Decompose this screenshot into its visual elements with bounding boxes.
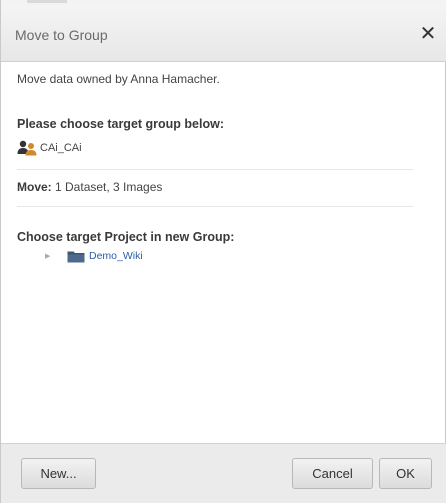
choose-project-heading: Choose target Project in new Group: <box>17 230 235 244</box>
target-group-option[interactable]: CAi_CAi <box>17 139 82 157</box>
close-icon[interactable]: ✕ <box>417 23 439 45</box>
project-link[interactable]: Demo_Wiki <box>89 250 143 262</box>
background-tab-hint <box>27 0 67 3</box>
dialog-title: Move to Group <box>15 27 108 43</box>
move-summary: Move: 1 Dataset, 3 Images <box>17 180 162 194</box>
divider <box>17 206 413 207</box>
group-users-icon <box>17 140 37 156</box>
tree-node-project[interactable]: ▶ Demo_Wiki <box>45 248 143 264</box>
choose-group-heading: Please choose target group below: <box>17 117 224 131</box>
move-to-group-dialog: Move to Group ✕ Move data owned by Anna … <box>0 0 446 503</box>
owner-text: Move data owned by Anna Hamacher. <box>17 72 220 86</box>
tree-expander-icon[interactable]: ▶ <box>45 252 55 260</box>
dialog-footer: New... Cancel OK <box>1 443 446 503</box>
folder-icon <box>67 251 85 262</box>
new-button[interactable]: New... <box>21 458 96 489</box>
move-label: Move: <box>17 180 52 194</box>
cancel-button[interactable]: Cancel <box>292 458 373 489</box>
group-label: CAi_CAi <box>40 142 82 154</box>
dialog-titlebar[interactable]: Move to Group ✕ <box>1 6 446 62</box>
ok-button[interactable]: OK <box>379 458 432 489</box>
move-value: 1 Dataset, 3 Images <box>51 180 163 194</box>
divider <box>17 169 413 170</box>
